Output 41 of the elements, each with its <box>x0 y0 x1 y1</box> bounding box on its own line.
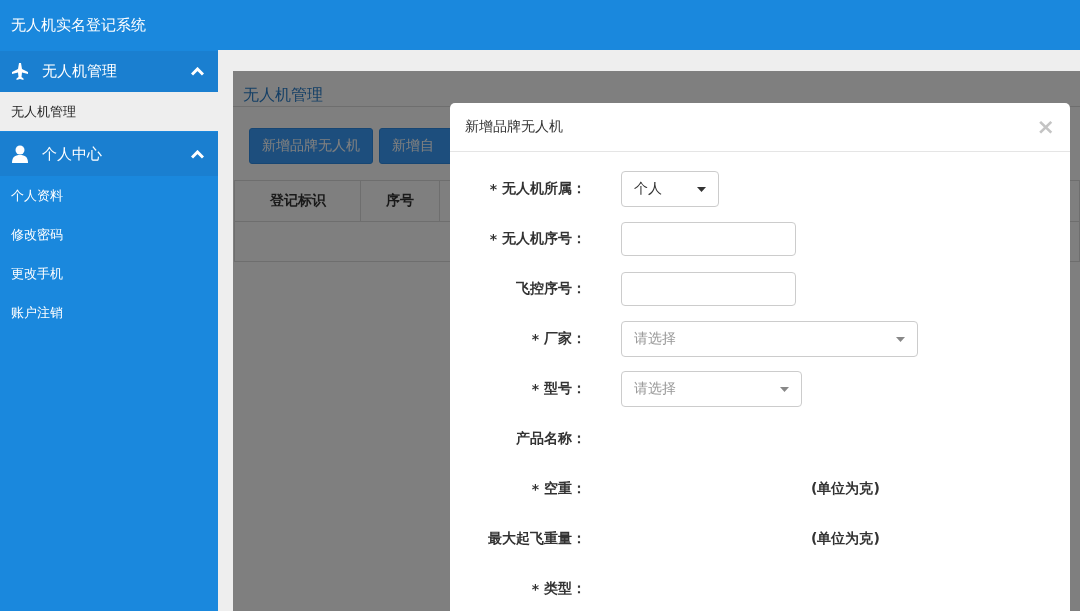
field-label: 型号： <box>544 380 586 398</box>
required-mark: * <box>489 231 497 247</box>
required-mark: * <box>531 381 539 397</box>
input-field[interactable] <box>621 222 796 256</box>
nav-group[interactable]: 无人机管理 <box>0 51 218 92</box>
dropdown[interactable]: 请选择 <box>621 321 918 357</box>
field-label: 空重： <box>544 480 586 498</box>
caret-icon <box>896 336 905 342</box>
field-label: 无人机所属： <box>502 180 586 198</box>
required-mark: * <box>531 331 539 347</box>
app-title: 无人机实名登记系统 <box>10 15 147 36</box>
column-header: 序号 <box>361 181 440 221</box>
user-icon <box>12 145 28 163</box>
field-label: 厂家： <box>544 330 586 348</box>
input-field[interactable] <box>621 272 796 306</box>
required-mark: * <box>531 481 539 497</box>
column-header: 登记标识 <box>235 181 361 221</box>
nav-item[interactable]: 账户注销 <box>0 293 218 332</box>
nav-item[interactable]: 个人资料 <box>0 176 218 215</box>
nav-item[interactable]: 无人机管理 <box>0 92 218 131</box>
chevron-up-icon <box>191 149 204 159</box>
plane-icon <box>12 62 28 81</box>
field-label: 飞控序号： <box>516 280 586 298</box>
add-button[interactable]: 新增品牌无人机 <box>249 128 373 164</box>
required-mark: * <box>489 181 497 197</box>
field-label: 产品名称： <box>516 430 586 448</box>
nav-item[interactable]: 更改手机 <box>0 254 218 293</box>
field-label: 类型： <box>544 580 586 598</box>
field-label: 无人机序号： <box>502 230 586 248</box>
caret-icon <box>697 186 706 192</box>
unit-hint: (单位为克) <box>811 530 880 548</box>
required-mark: * <box>531 581 539 597</box>
panel-title: 无人机管理 <box>242 84 324 106</box>
field-label: 最大起飞重量： <box>488 530 586 548</box>
nav-group[interactable]: 个人中心 <box>0 132 218 176</box>
dropdown[interactable]: 请选择 <box>621 371 802 407</box>
chevron-up-icon <box>191 67 204 76</box>
dropdown[interactable]: 个人 <box>621 171 719 207</box>
nav-item[interactable]: 修改密码 <box>0 215 218 254</box>
unit-hint: (单位为克) <box>811 480 880 498</box>
caret-icon <box>780 386 789 392</box>
